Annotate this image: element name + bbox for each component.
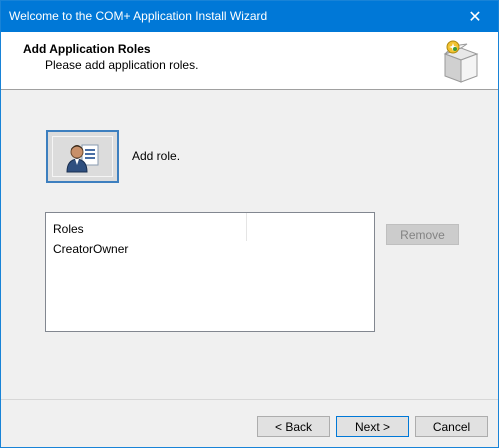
next-button[interactable]: Next > — [336, 416, 409, 437]
add-role-label: Add role. — [132, 149, 181, 163]
remove-button[interactable]: Remove — [386, 224, 459, 245]
user-role-icon — [65, 144, 98, 172]
add-role-button-inner — [52, 136, 113, 177]
install-package-icon — [443, 40, 479, 83]
column-header-label: Roles — [53, 222, 84, 236]
close-button[interactable]: ✕ — [452, 1, 498, 32]
cancel-button[interactable]: Cancel — [415, 416, 488, 437]
close-icon: ✕ — [468, 8, 482, 26]
wizard-window: Welcome to the COM+ Application Install … — [0, 0, 499, 448]
window-title: Welcome to the COM+ Application Install … — [9, 9, 268, 23]
list-item[interactable]: CreatorOwner — [53, 242, 128, 256]
column-header-roles[interactable]: Roles — [46, 213, 247, 241]
roles-listview[interactable]: Roles CreatorOwner — [45, 212, 375, 332]
wizard-header: Add Application Roles Please add applica… — [1, 32, 498, 90]
title-bar: Welcome to the COM+ Application Install … — [1, 1, 498, 32]
roles-list-header: Roles — [46, 213, 374, 241]
add-role-button[interactable] — [46, 130, 119, 183]
page-subtitle: Please add application roles. — [45, 58, 199, 72]
page-title: Add Application Roles — [23, 42, 151, 56]
back-button[interactable]: < Back — [257, 416, 330, 437]
footer-divider — [1, 399, 498, 400]
